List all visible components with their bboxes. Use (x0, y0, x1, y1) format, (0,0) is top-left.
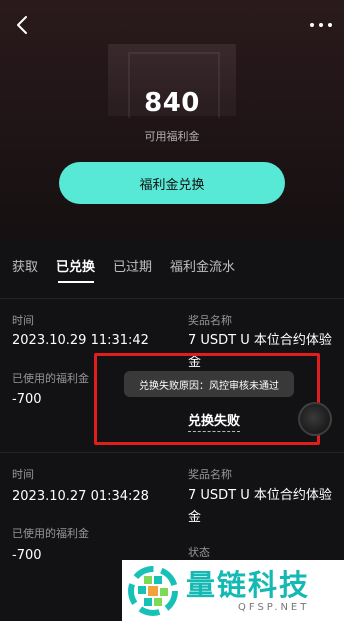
record-1-time-label: 时间 (12, 314, 34, 327)
tab-ledger[interactable]: 福利金流水 (170, 256, 235, 275)
record-2-prize-label: 奖品名称 (188, 468, 232, 481)
watermark-logo: 量链科技 QFSP.NET (122, 560, 344, 621)
exchange-button[interactable]: 福利金兑换 (59, 162, 285, 204)
record-2-prize-line2: 金 (188, 510, 202, 525)
tab-redeemed[interactable]: 已兑换 (56, 256, 95, 275)
balance-value: 840 (144, 88, 200, 118)
tabs-divider (0, 298, 344, 299)
tab-earn[interactable]: 获取 (12, 256, 38, 275)
record-2-time: 2023.10.27 01:34:28 (12, 489, 149, 504)
hero-banner: 840 可用福利金 福利金兑换 (0, 0, 344, 240)
record-2-used-label: 已使用的福利金 (12, 527, 89, 540)
watermark-emblem-icon (128, 565, 178, 616)
watermark-en-text: QFSP.NET (238, 602, 310, 613)
active-tab-indicator (58, 281, 94, 283)
balance-label: 可用福利金 (144, 130, 200, 143)
record-2-time-label: 时间 (12, 468, 34, 481)
floating-assist-button[interactable] (298, 402, 332, 436)
highlight-annotation-box (94, 353, 320, 445)
record-1-used-label: 已使用的福利金 (12, 372, 89, 385)
tab-expired[interactable]: 已过期 (113, 256, 152, 275)
record-2-status-label: 状态 (188, 546, 210, 559)
record-1-prize-label: 奖品名称 (188, 314, 232, 327)
record-1-used: -700 (12, 392, 42, 407)
record-2-used: -700 (12, 548, 42, 563)
tabs-bar: 获取 已兑换 已过期 福利金流水 (0, 240, 344, 286)
record-1-time: 2023.10.29 11:31:42 (12, 333, 149, 348)
exchange-button-label: 福利金兑换 (139, 177, 205, 193)
record-2-prize-line1: 7 USDT U 本位合约体验 (188, 488, 332, 503)
watermark-cn-text: 量链科技 (186, 568, 311, 602)
failure-reason-tooltip: 兑换失败原因：风控审核未通过 (124, 371, 294, 397)
record-1-prize-line1: 7 USDT U 本位合约体验 (188, 333, 332, 348)
chevron-left-icon[interactable] (12, 14, 34, 36)
more-dots-icon[interactable] (310, 16, 332, 34)
record-divider (0, 452, 344, 453)
